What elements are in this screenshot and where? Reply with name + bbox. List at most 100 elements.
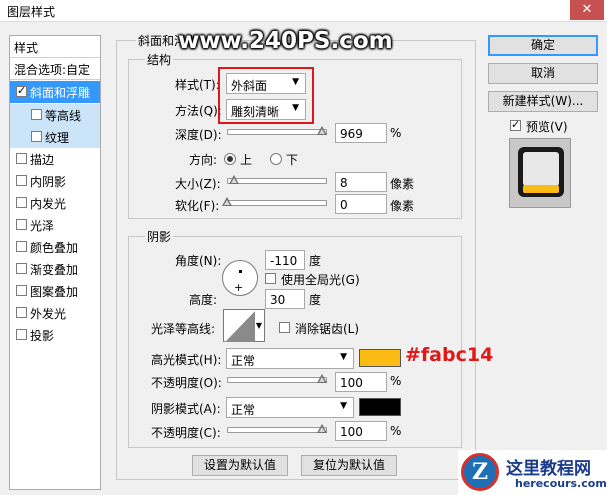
style-item-inner-glow[interactable]: 内发光 [10, 192, 100, 214]
angle-dial[interactable]: + [222, 260, 258, 296]
antialias-checkbox[interactable] [279, 322, 290, 333]
logo-en: herecours.com [515, 477, 607, 490]
style-item-pattern-overlay[interactable]: 图案叠加 [10, 280, 100, 302]
inner-glow-checkbox[interactable] [16, 197, 27, 208]
logo-cn: 这里教程网 [506, 459, 591, 479]
style-item-label: 纹理 [45, 131, 70, 145]
altitude-value: 30 [270, 293, 286, 307]
shadow-opacity-track[interactable] [227, 427, 327, 433]
angle-input[interactable]: -110 [265, 250, 305, 270]
highlight-opacity-input[interactable]: 100 [335, 372, 387, 392]
watermark: www.240PS.com [178, 28, 393, 54]
highlight-mode-label: 高光模式(H): [151, 353, 222, 367]
shadow-mode-select[interactable]: 正常 ▼ [226, 397, 354, 418]
altitude-unit: 度 [309, 293, 322, 307]
blending-options[interactable]: 混合选项:自定 [10, 58, 100, 80]
depth-slider-track[interactable] [227, 129, 327, 135]
styles-header[interactable]: 样式 [10, 36, 100, 58]
shadow-color-swatch[interactable] [359, 398, 401, 416]
antialias-label: 消除锯齿(L) [295, 322, 360, 336]
reset-default-button[interactable]: 复位为默认值 [301, 455, 397, 476]
shadow-mode-label: 阴影模式(A): [151, 402, 221, 416]
style-item-label: 颜色叠加 [30, 241, 79, 255]
close-button[interactable]: ✕ [570, 0, 604, 20]
inner-shadow-checkbox[interactable] [16, 175, 27, 186]
style-item-stroke[interactable]: 描边 [10, 148, 100, 170]
style-item-label: 斜面和浮雕 [30, 86, 91, 100]
style-item-label: 光泽 [30, 219, 55, 233]
direction-label: 方向: [189, 153, 218, 167]
soften-label: 软化(F): [175, 199, 220, 213]
style-item-inner-shadow[interactable]: 内阴影 [10, 170, 100, 192]
stroke-checkbox[interactable] [16, 153, 27, 164]
window-title: 图层样式 [7, 5, 56, 19]
size-input[interactable]: 8 [335, 172, 387, 192]
soften-slider-thumb[interactable] [222, 197, 232, 208]
depth-input[interactable]: 969 [335, 123, 387, 143]
style-item-label: 等高线 [45, 109, 82, 123]
size-slider-thumb[interactable] [229, 175, 239, 186]
site-logo: Z 这里教程网 herecours.com [458, 450, 607, 495]
style-item-contour[interactable]: 等高线 [10, 104, 100, 126]
style-item-bevel-emboss[interactable]: 斜面和浮雕 [10, 81, 100, 103]
highlight-opacity-value: 100 [340, 376, 363, 390]
direction-down-label: 下 [286, 153, 299, 167]
make-default-button[interactable]: 设置为默认值 [192, 455, 288, 476]
style-item-drop-shadow[interactable]: 投影 [10, 324, 100, 346]
shadow-opacity-input[interactable]: 100 [335, 421, 387, 441]
contour-preview-icon [225, 311, 255, 342]
gradient-overlay-checkbox[interactable] [16, 263, 27, 274]
shadow-opacity-thumb[interactable] [317, 424, 327, 435]
angle-label: 角度(N): [175, 254, 222, 268]
logo-mark: Z [461, 453, 499, 491]
preview-checkbox[interactable] [510, 118, 521, 131]
size-unit: 像素 [390, 177, 415, 191]
style-item-label: 内发光 [30, 197, 67, 211]
shading-title: 阴影 [145, 228, 174, 245]
highlight-box [218, 67, 314, 124]
chevron-down-icon: ▼ [255, 321, 262, 330]
highlight-opacity-track[interactable] [227, 377, 327, 383]
highlight-opacity-thumb[interactable] [317, 374, 327, 385]
altitude-input[interactable]: 30 [265, 289, 305, 309]
direction-down-radio[interactable] [270, 153, 282, 165]
cancel-button[interactable]: 取消 [488, 63, 598, 84]
direction-up-radio[interactable] [224, 153, 236, 165]
highlight-color-swatch[interactable] [359, 349, 401, 367]
depth-unit: % [390, 126, 402, 140]
drop-shadow-checkbox[interactable] [16, 329, 27, 340]
style-item-color-overlay[interactable]: 颜色叠加 [10, 236, 100, 258]
contour-checkbox[interactable] [31, 109, 42, 120]
satin-checkbox[interactable] [16, 219, 27, 230]
soften-input[interactable]: 0 [335, 194, 387, 214]
texture-checkbox[interactable] [31, 131, 42, 142]
size-slider-track[interactable] [227, 178, 327, 184]
chevron-down-icon: ▼ [340, 352, 347, 362]
style-item-satin[interactable]: 光泽 [10, 214, 100, 236]
shadow-mode-value: 正常 [231, 403, 256, 417]
highlight-color-label: #fabc14 [405, 344, 494, 366]
style-item-outer-glow[interactable]: 外发光 [10, 302, 100, 324]
style-preview [509, 138, 571, 208]
size-label: 大小(Z): [175, 177, 221, 191]
new-style-button[interactable]: 新建样式(W)... [488, 91, 598, 112]
global-light-checkbox[interactable] [265, 273, 276, 284]
gloss-contour-picker[interactable]: ▼ [223, 309, 265, 342]
gloss-contour-label: 光泽等高线: [151, 322, 216, 336]
highlight-mode-select[interactable]: 正常 ▼ [226, 348, 354, 369]
style-item-texture[interactable]: 纹理 [10, 126, 100, 148]
crosshair-icon: + [234, 281, 244, 294]
outer-glow-checkbox[interactable] [16, 307, 27, 318]
shadow-opacity-value: 100 [340, 425, 363, 439]
angle-unit: 度 [309, 254, 322, 268]
bevel-checkbox[interactable] [16, 84, 27, 97]
style-item-label: 描边 [30, 153, 55, 167]
ok-button[interactable]: 确定 [488, 35, 598, 56]
pattern-overlay-checkbox[interactable] [16, 285, 27, 296]
color-overlay-checkbox[interactable] [16, 241, 27, 252]
global-light-label: 使用全局光(G) [281, 273, 360, 287]
soften-value: 0 [340, 198, 348, 212]
soften-slider-track[interactable] [227, 200, 327, 206]
depth-slider-thumb[interactable] [317, 126, 327, 137]
style-item-gradient-overlay[interactable]: 渐变叠加 [10, 258, 100, 280]
